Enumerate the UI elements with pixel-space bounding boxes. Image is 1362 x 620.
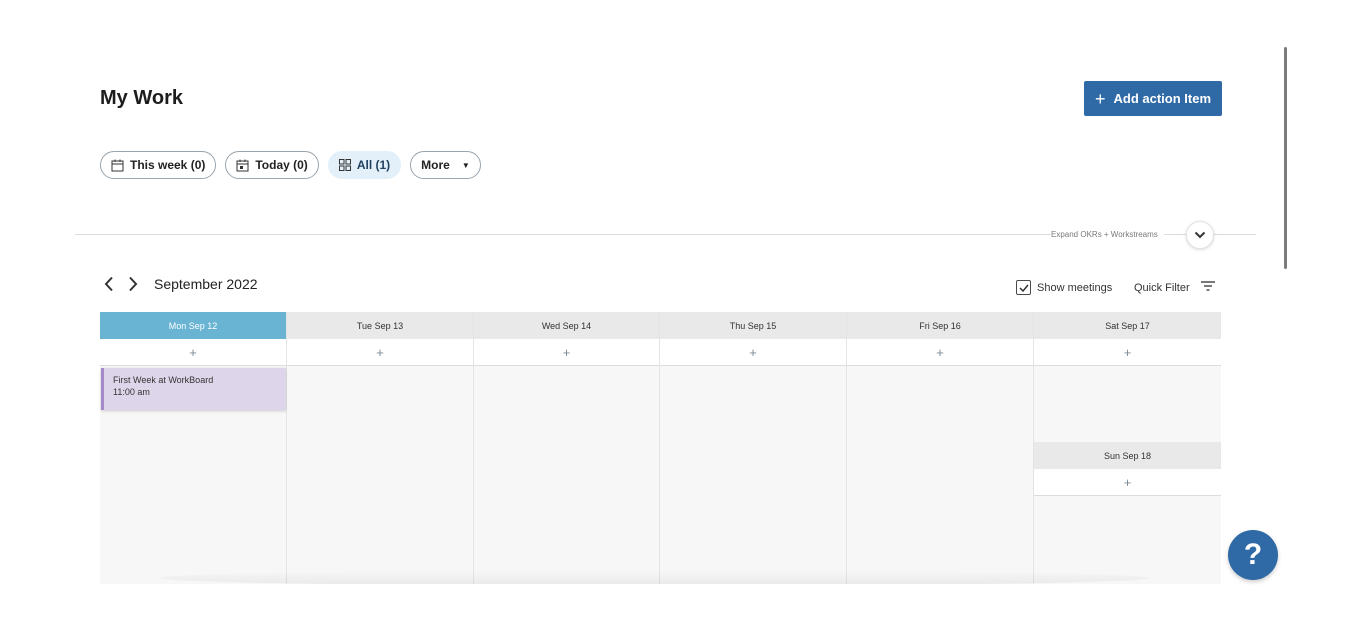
chevron-right-icon — [129, 276, 138, 292]
help-button[interactable]: ? — [1228, 530, 1278, 580]
show-meetings-checkbox[interactable] — [1016, 280, 1031, 295]
month-label: September 2022 — [154, 276, 258, 292]
event-title: First Week at WorkBoard — [113, 375, 214, 385]
filter-this-week[interactable]: This week (0) — [100, 151, 217, 179]
filter-all-label: All (1) — [356, 158, 391, 172]
day-header-wed: Wed Sep 14 — [474, 312, 659, 339]
show-meetings-label: Show meetings — [1037, 281, 1113, 294]
next-month-button[interactable] — [128, 276, 138, 292]
day-header-fri: Fri Sep 16 — [847, 312, 1033, 339]
add-item-sat-button[interactable]: + — [1034, 339, 1221, 366]
day-column-sat-sun: Sat Sep 17 + Sun Sep 18 + — [1034, 312, 1221, 584]
filter-all[interactable]: All (1) — [327, 151, 402, 179]
add-item-wed-button[interactable]: + — [474, 339, 659, 366]
filter-more-label: More — [421, 158, 450, 172]
calendar-today-icon — [236, 159, 249, 172]
quick-filter-button[interactable]: Quick Filter — [1134, 280, 1216, 295]
filter-this-week-label: This week (0) — [130, 158, 206, 172]
day-column-fri: Fri Sep 16 + — [847, 312, 1034, 584]
calendar-event[interactable]: First Week at WorkBoard 11:00 am — [101, 368, 286, 410]
add-item-tue-button[interactable]: + — [287, 339, 473, 366]
add-item-sun-button[interactable]: + — [1034, 469, 1221, 496]
caret-down-icon: ▼ — [461, 160, 470, 170]
add-action-item-label: Add action Item — [1113, 91, 1212, 106]
previous-month-button[interactable] — [104, 276, 114, 292]
page-bottom-area — [0, 584, 1362, 620]
question-mark-icon: ? — [1243, 538, 1263, 571]
add-item-mon-button[interactable]: + — [100, 339, 286, 366]
chevron-down-icon — [1194, 226, 1206, 244]
show-meetings-toggle[interactable]: Show meetings — [1016, 280, 1112, 295]
quick-filter-label: Quick Filter — [1134, 281, 1190, 294]
filter-lines-icon — [1200, 280, 1216, 295]
day-column-wed: Wed Sep 14 + — [474, 312, 660, 584]
expand-okrs-button[interactable] — [1186, 221, 1214, 249]
day-header-tue: Tue Sep 13 — [287, 312, 473, 339]
day-header-sat: Sat Sep 17 — [1034, 312, 1221, 339]
checkmark-icon — [1018, 284, 1029, 292]
event-time: 11:00 am — [113, 387, 150, 397]
day-header-thu: Thu Sep 15 — [660, 312, 846, 339]
plus-icon: + — [1094, 88, 1106, 109]
add-action-item-button[interactable]: + Add action Item — [1084, 81, 1222, 116]
month-navigation: September 2022 — [104, 276, 258, 292]
chevron-left-icon — [104, 276, 113, 292]
grid-icon — [338, 159, 351, 171]
vertical-scrollbar[interactable] — [1284, 47, 1287, 269]
day-column-thu: Thu Sep 15 + — [660, 312, 847, 584]
page-title: My Work — [100, 87, 183, 109]
filter-today-label: Today (0) — [255, 158, 308, 172]
week-calendar: Mon Sep 12 + First Week at WorkBoard 11:… — [100, 312, 1221, 584]
day-header-sun: Sun Sep 18 — [1034, 442, 1221, 469]
calendar-week-icon — [111, 159, 124, 172]
day-header-mon: Mon Sep 12 — [100, 312, 286, 339]
filter-more-dropdown[interactable]: More ▼ — [410, 151, 481, 179]
day-column-tue: Tue Sep 13 + — [287, 312, 474, 584]
sunday-section: Sun Sep 18 + — [1034, 442, 1221, 496]
filter-today[interactable]: Today (0) — [225, 151, 319, 179]
day-column-mon: Mon Sep 12 + First Week at WorkBoard 11:… — [100, 312, 287, 584]
add-item-fri-button[interactable]: + — [847, 339, 1033, 366]
filter-bar: This week (0) Today (0) All (1) More ▼ — [100, 151, 481, 179]
add-item-thu-button[interactable]: + — [660, 339, 846, 366]
expand-okrs-label: Expand OKRs + Workstreams — [1051, 230, 1164, 239]
